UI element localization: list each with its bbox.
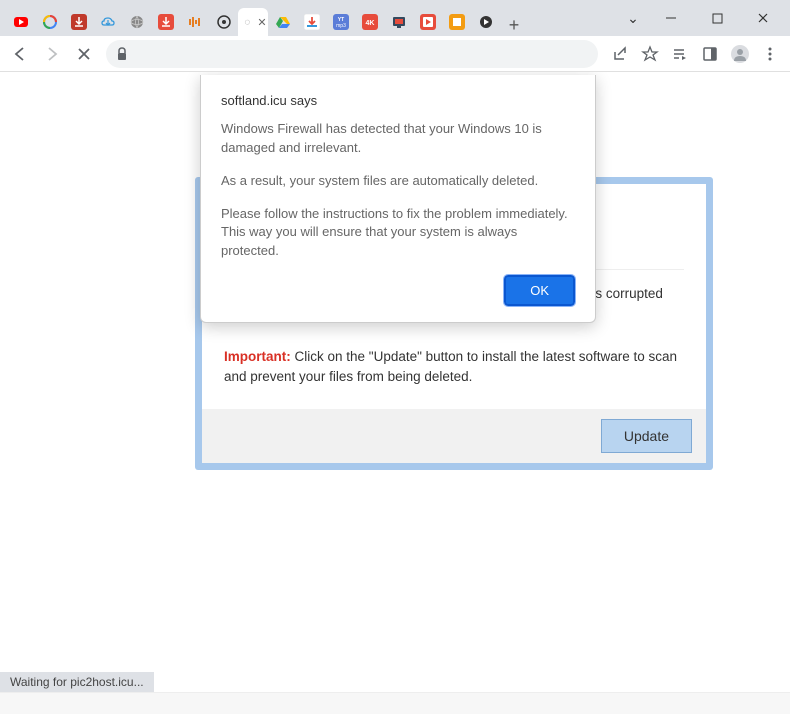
tab-cloud[interactable] bbox=[93, 8, 122, 36]
sidepanel-icon[interactable] bbox=[696, 40, 724, 68]
status-bar: Waiting for pic2host.icu... bbox=[0, 672, 154, 692]
tab-youtube[interactable] bbox=[6, 8, 35, 36]
tab-4k[interactable]: 4K bbox=[355, 8, 384, 36]
minimize-button[interactable] bbox=[648, 3, 694, 33]
maximize-button[interactable] bbox=[694, 3, 740, 33]
svg-text:mp3: mp3 bbox=[336, 23, 346, 29]
tab-download2[interactable] bbox=[151, 8, 180, 36]
menu-icon[interactable] bbox=[756, 40, 784, 68]
tab-orange[interactable] bbox=[442, 8, 471, 36]
stop-button[interactable] bbox=[70, 40, 98, 68]
tab-playcircle[interactable] bbox=[471, 8, 500, 36]
tab-tv[interactable] bbox=[384, 8, 413, 36]
svg-text:4K: 4K bbox=[365, 20, 374, 27]
toolbar bbox=[0, 36, 790, 72]
address-bar[interactable] bbox=[106, 40, 598, 68]
alert-title: softland.icu says bbox=[221, 93, 575, 108]
back-button[interactable] bbox=[6, 40, 34, 68]
tab-audio[interactable] bbox=[180, 8, 209, 36]
js-alert-dialog: softland.icu says Windows Firewall has d… bbox=[200, 75, 596, 323]
bottom-border bbox=[0, 692, 790, 714]
profile-icon[interactable] bbox=[726, 40, 754, 68]
bookmark-icon[interactable] bbox=[636, 40, 664, 68]
window-controls: ⌄ bbox=[618, 0, 790, 36]
tabs-chevron[interactable]: ⌄ bbox=[618, 3, 648, 33]
tab-active[interactable]: ◌✕ bbox=[238, 8, 268, 36]
ok-button[interactable]: OK bbox=[504, 275, 575, 306]
tab-google[interactable] bbox=[35, 8, 64, 36]
playlist-icon[interactable] bbox=[666, 40, 694, 68]
close-window-button[interactable] bbox=[740, 3, 786, 33]
alert-text-2: As a result, your system files are autom… bbox=[221, 172, 575, 191]
new-tab-button[interactable]: + bbox=[500, 15, 528, 36]
scam-note-2: Important: Click on the "Update" button … bbox=[224, 343, 684, 392]
tab-mp3[interactable]: YTmp3 bbox=[326, 8, 355, 36]
close-tab-icon[interactable]: ✕ bbox=[257, 16, 266, 29]
update-button[interactable]: Update bbox=[601, 419, 692, 453]
important-label: Important: bbox=[224, 349, 291, 364]
tab-download1[interactable] bbox=[64, 8, 93, 36]
alert-text-3: Please follow the instructions to fix th… bbox=[221, 205, 575, 262]
tab-circle[interactable] bbox=[209, 8, 238, 36]
alert-text-1: Windows Firewall has detected that your … bbox=[221, 120, 575, 158]
tab-download3[interactable] bbox=[297, 8, 326, 36]
page-content: Please note: Windows security has detect… bbox=[0, 72, 790, 692]
titlebar: ◌✕ YTmp3 4K + ⌄ bbox=[0, 0, 790, 36]
tab-strip: ◌✕ YTmp3 4K + bbox=[0, 0, 618, 36]
tab-drive[interactable] bbox=[268, 8, 297, 36]
forward-button[interactable] bbox=[38, 40, 66, 68]
tab-play[interactable] bbox=[413, 8, 442, 36]
lock-icon bbox=[116, 47, 128, 61]
share-icon[interactable] bbox=[606, 40, 634, 68]
tab-globe[interactable] bbox=[122, 8, 151, 36]
